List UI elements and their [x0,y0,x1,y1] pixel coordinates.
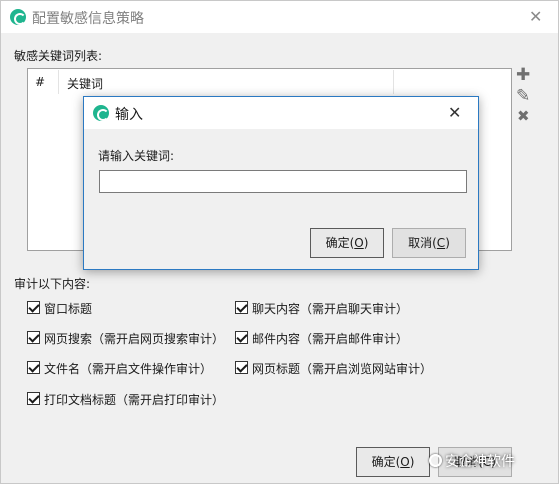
checkbox-label-mail-content[interactable]: 邮件内容（需开启邮件审计） [252,330,408,347]
ok-button-label: 确定( [371,455,401,469]
checkbox-print-title[interactable] [27,392,40,405]
column-divider [393,70,394,94]
main-titlebar: 配置敏感信息策略 ✕ [1,1,558,33]
checkbox-window-title[interactable] [27,301,40,314]
checkbox-label-window-title[interactable]: 窗口标题 [44,300,92,317]
watermark-text: 安企神软件 [445,454,515,470]
dialog-cancel-button-label: 取消( [408,236,437,250]
delete-icon[interactable]: ✖ [517,109,530,124]
checkbox-label-web-search[interactable]: 网页搜索（需开启网页搜索审计） [44,330,224,347]
checkbox-mail-content[interactable] [235,331,248,344]
dialog-cancel-button-label-tail: ) [445,236,450,250]
checkbox-label-print-title[interactable]: 打印文档标题（需开启打印审计） [44,391,224,408]
window-title: 配置敏感信息策略 [32,11,144,27]
checkbox-label-chat-content[interactable]: 聊天内容（需开启聊天审计） [252,300,408,317]
ok-button-label-tail: ) [409,455,415,469]
ok-button-accelerator: O [400,455,410,469]
ok-button[interactable]: 确定(O) [356,447,430,477]
dialog-ok-button-label: 确定( [325,236,355,250]
add-icon[interactable]: ✚ [516,67,530,84]
column-header-keyword[interactable]: 关键词 [67,75,103,92]
checkbox-web-title[interactable] [235,361,248,374]
keyword-prompt-label: 请输入关键词: [98,149,175,163]
input-dialog-title: 输入 [115,107,143,123]
watermark-logo-icon [429,454,442,467]
keyword-input[interactable] [99,170,467,193]
column-divider [58,70,59,94]
dialog-cancel-button-accelerator: C [436,236,446,250]
checkbox-chat-content[interactable] [235,301,248,314]
app-logo-icon [10,9,26,25]
keyword-list-label: 敏感关键词列表: [14,49,103,63]
checkbox-label-file-name[interactable]: 文件名（需开启文件操作审计） [44,360,212,377]
dialog-cancel-button[interactable]: 取消(C) [392,228,466,258]
audit-section-label: 审计以下内容: [14,277,91,291]
dialog-ok-button[interactable]: 确定(O) [310,228,384,258]
checkbox-label-web-title[interactable]: 网页标题（需开启浏览网站审计） [252,360,432,377]
dialog-ok-button-accelerator: O [354,236,364,250]
input-dialog: 输入 ✕ 请输入关键词: 确定(O) 取消(C) [83,96,479,270]
checkbox-file-name[interactable] [27,361,40,374]
checkbox-web-search[interactable] [27,331,40,344]
input-dialog-titlebar: 输入 ✕ [84,97,478,129]
watermark: 安企神软件 [429,451,515,471]
column-header-index[interactable]: # [35,75,45,89]
dialog-ok-button-label-tail: ) [363,236,369,250]
app-logo-icon [93,105,109,121]
close-icon[interactable]: ✕ [529,9,542,25]
close-icon[interactable]: ✕ [448,105,461,121]
edit-icon[interactable]: ✎ [516,88,530,105]
